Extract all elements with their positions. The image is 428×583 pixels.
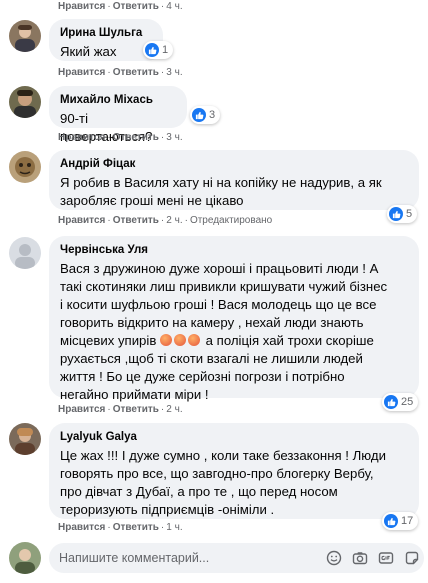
reaction-number: 1 xyxy=(162,44,169,56)
comment-author[interactable]: Червінська Уля xyxy=(60,243,408,258)
thumbs-up-icon xyxy=(145,43,159,57)
comment-meta: Нравится · Ответить · 2 ч. · Отредактировано xyxy=(58,215,273,226)
reply-link[interactable]: Ответить xyxy=(113,215,159,226)
reaction-count[interactable]: 1 xyxy=(143,41,174,59)
comment-text-line: заробляє гроші мені не цікаво xyxy=(60,193,244,208)
angry-emoji-icon xyxy=(174,334,187,346)
avatar[interactable] xyxy=(9,151,41,183)
reply-link[interactable]: Ответить xyxy=(113,404,159,415)
like-link[interactable]: Нравится xyxy=(58,404,105,415)
avatar[interactable] xyxy=(9,237,41,269)
comment-text-line: Вася з дружиною дуже хороші і працьовиті… xyxy=(60,261,379,276)
reply-link[interactable]: Ответить xyxy=(113,132,159,143)
current-user-avatar[interactable] xyxy=(9,542,41,574)
comment-text-line: негайно приймати міри ! xyxy=(60,387,209,402)
emoji-icon[interactable] xyxy=(325,549,342,566)
comment-text: Вася з дружиною дуже хороші і працьовиті… xyxy=(60,260,408,404)
comment-time[interactable]: 2 ч. xyxy=(166,404,182,415)
like-link[interactable]: Нравится xyxy=(58,67,105,78)
thumbs-up-icon xyxy=(384,395,398,409)
comment-meta: Нравится · Ответить · 2 ч. xyxy=(58,404,183,415)
reaction-count[interactable]: 17 xyxy=(382,512,419,530)
like-link[interactable]: Нравится xyxy=(58,215,105,226)
comment-author[interactable]: Андрій Фіцак xyxy=(60,157,408,172)
comment-text-part: а поліція хай трохи скоріше xyxy=(202,333,374,348)
angry-emoji-icon xyxy=(160,334,173,346)
comment-bubble: Червінська Уля Вася з дружиною дуже хоро… xyxy=(49,236,419,402)
comment-bubble: Lyalyuk Galya Це жах !!! І дуже сумно , … xyxy=(49,423,419,519)
comment-meta: Нравится · Ответить · 3 ч. xyxy=(58,132,183,143)
comment-input-box[interactable] xyxy=(49,543,424,573)
comment-text: Це жах !!! І дуже сумно , коли таке безз… xyxy=(60,447,408,519)
reaction-count[interactable]: 25 xyxy=(382,393,419,411)
comment-text: Я робив в Василя хату ні на копійку не н… xyxy=(60,174,408,210)
like-link[interactable]: Нравится xyxy=(58,522,105,533)
thumbs-up-icon xyxy=(384,514,398,528)
comment-text-line: говорять про все, що завгодно-про блогер… xyxy=(60,466,374,481)
comment-composer xyxy=(0,538,428,578)
comment-bubble: Андрій Фіцак Я робив в Василя хату ні на… xyxy=(49,150,419,210)
comment-meta: Нравится · Ответить · 3 ч. xyxy=(58,67,183,78)
reaction-count[interactable]: 5 xyxy=(387,205,418,223)
comment-text-line: про дівчат з Дубаї, а про те , що перед … xyxy=(60,484,338,499)
comment-text-line: і косити шуфльою гроші ! Вася молодець щ… xyxy=(60,297,377,312)
sticker-icon[interactable] xyxy=(403,549,420,566)
comment-time[interactable]: 2 ч. xyxy=(166,215,182,226)
gif-icon[interactable] xyxy=(377,549,394,566)
comment-time[interactable]: 4 ч. xyxy=(166,1,182,12)
comment-text-line: тероризують підприємців -оніміли . xyxy=(60,502,275,517)
like-link[interactable]: Нравится xyxy=(58,1,105,12)
thumbs-up-icon xyxy=(192,108,206,122)
reply-link[interactable]: Ответить xyxy=(113,522,159,533)
comment-text-line: місцевих упирів а поліція хай трохи скор… xyxy=(60,332,408,350)
camera-icon[interactable] xyxy=(351,549,368,566)
avatar[interactable] xyxy=(9,86,41,118)
thumbs-up-icon xyxy=(389,207,403,221)
angry-emoji-icon xyxy=(188,334,201,346)
comment-text-line: Це жах !!! І дуже сумно , коли таке безз… xyxy=(60,448,386,463)
comment-author[interactable]: Ирина Шульга xyxy=(60,26,152,41)
comment-text: Який жах xyxy=(60,44,117,59)
comment-author[interactable]: Михайло Міхась xyxy=(60,93,176,108)
edited-label[interactable]: Отредактировано xyxy=(190,215,272,226)
reaction-number: 3 xyxy=(209,109,216,121)
reaction-number: 5 xyxy=(406,208,413,220)
comment-bubble: Михайло Міхась 90-ті повертаються? xyxy=(49,86,187,144)
comment-text-part: місцевих упирів xyxy=(60,333,157,348)
comment-time[interactable]: 3 ч. xyxy=(166,132,182,143)
comment-text-line: такі скотиняки лиш привикли кришувати чу… xyxy=(60,279,388,294)
comment-input[interactable] xyxy=(49,543,249,573)
avatar[interactable] xyxy=(9,423,41,455)
composer-icons xyxy=(325,549,420,566)
like-link[interactable]: Нравится xyxy=(58,132,105,143)
avatar[interactable] xyxy=(9,20,41,52)
comment-text-line: говорить відкрито на камеру , нехай люди… xyxy=(60,315,364,330)
comment-text-line: Я робив в Василя хату ні на копійку не н… xyxy=(60,175,382,190)
reply-link[interactable]: Ответить xyxy=(113,1,159,12)
comment-meta-top: Нравится · Ответить · 4 ч. xyxy=(58,1,183,12)
comment-time[interactable]: 1 ч. xyxy=(166,522,182,533)
reaction-number: 17 xyxy=(401,515,414,527)
comment-text-line: рухається ,щоб ті скоти взагалі не лишил… xyxy=(60,351,363,366)
reaction-number: 25 xyxy=(401,396,414,408)
comment-text-line: життя ! Бо це дуже серйозні погрози і по… xyxy=(60,369,345,384)
reply-link[interactable]: Ответить xyxy=(113,67,159,78)
reaction-count[interactable]: 3 xyxy=(190,106,221,124)
comment-meta: Нравится · Ответить · 1 ч. xyxy=(58,522,183,533)
comment-author[interactable]: Lyalyuk Galya xyxy=(60,430,408,445)
comment-time[interactable]: 3 ч. xyxy=(166,67,182,78)
